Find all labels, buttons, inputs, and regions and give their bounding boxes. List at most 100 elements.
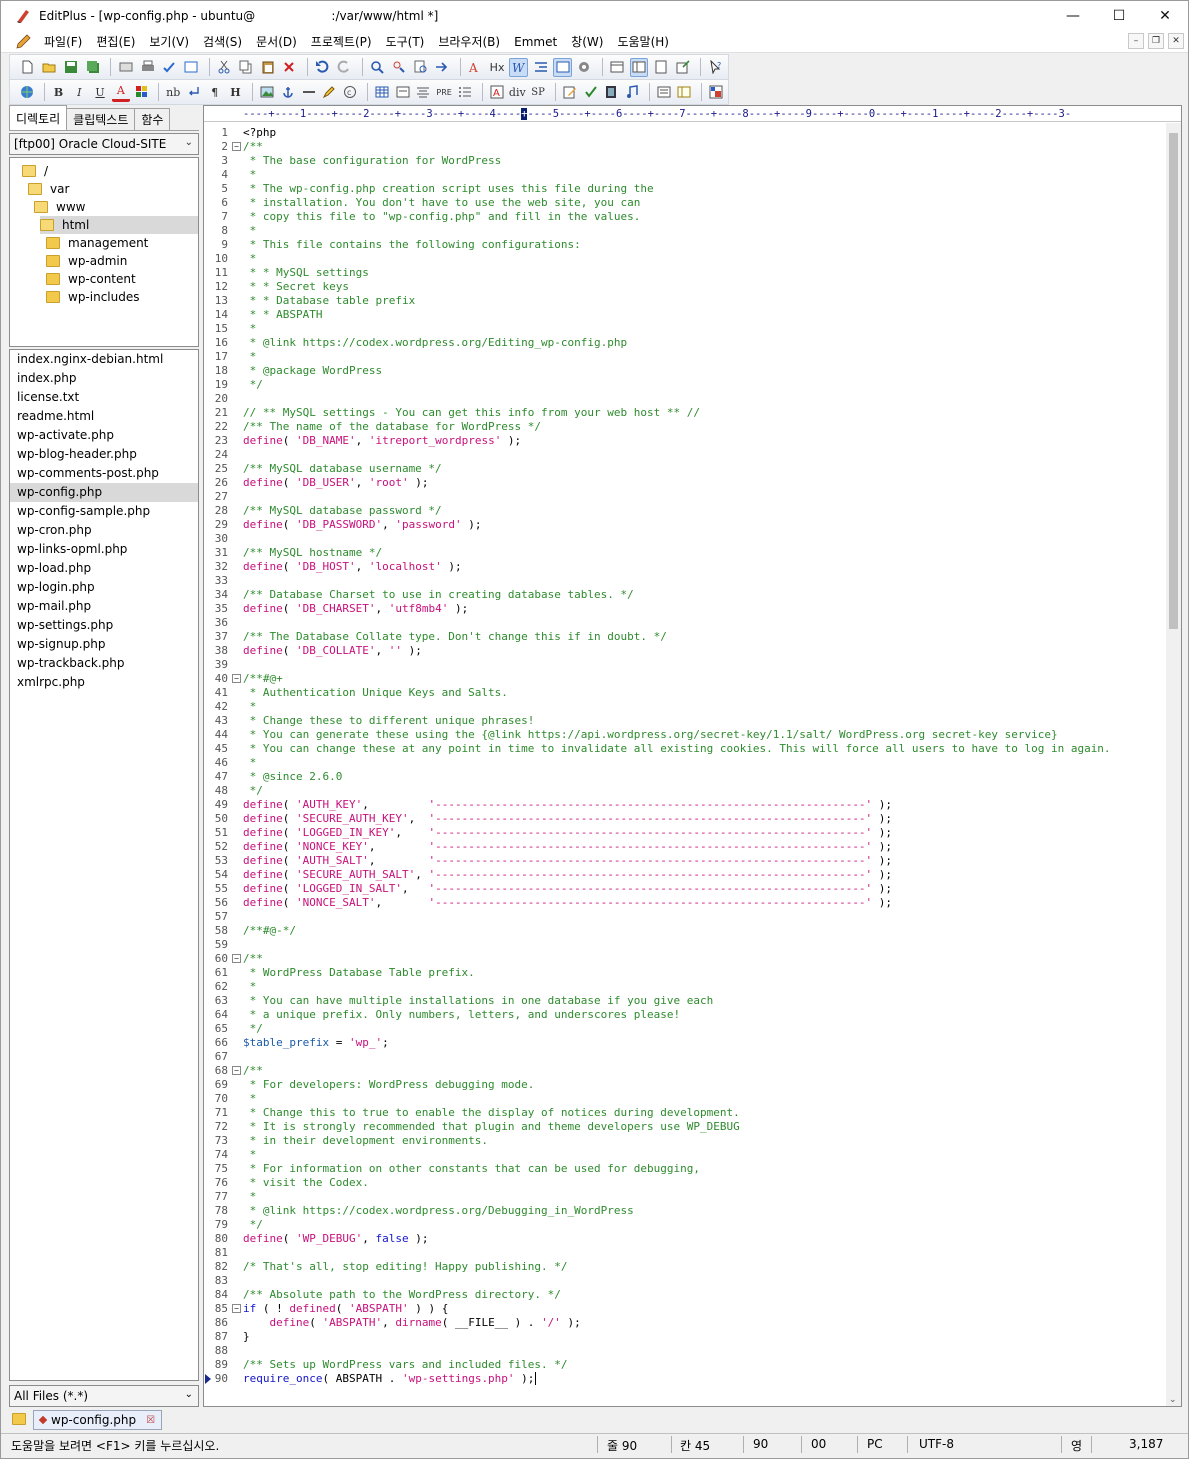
center-button[interactable] bbox=[415, 83, 433, 102]
close-button[interactable]: ✕ bbox=[1142, 1, 1188, 31]
layout-1-button[interactable] bbox=[608, 58, 627, 77]
table-button[interactable] bbox=[373, 83, 391, 102]
view-in-browser-button[interactable] bbox=[707, 83, 725, 102]
file-list-item[interactable]: xmlrpc.php bbox=[10, 673, 198, 692]
save-all-button[interactable] bbox=[83, 58, 102, 77]
doc-tab-wp-config[interactable]: wp-config.php ☒ bbox=[33, 1410, 163, 1430]
folder-icon[interactable] bbox=[12, 1413, 34, 1425]
code-editor[interactable]: ----+----1----+----2----+----3----+----4… bbox=[203, 105, 1182, 1407]
toggle-panel-button[interactable] bbox=[655, 83, 673, 102]
new-file-button[interactable] bbox=[18, 58, 37, 77]
media-button[interactable] bbox=[602, 83, 620, 102]
layout-4-button[interactable] bbox=[673, 58, 692, 77]
tab-cliptext[interactable]: 클립텍스트 bbox=[66, 108, 136, 130]
code-lines[interactable]: 1 <?php 2−/** 3 * The base configuration fo… bbox=[204, 123, 1166, 1406]
menu-help[interactable]: 도움말(H) bbox=[610, 33, 676, 50]
drive-select[interactable]: [ftp00] Oracle Cloud-SITE ⌄ bbox=[9, 133, 199, 155]
pre-button[interactable]: PRE bbox=[435, 83, 453, 102]
mdi-restore-button[interactable]: ❐ bbox=[1148, 33, 1164, 49]
close-tab-icon[interactable]: ☒ bbox=[146, 1415, 155, 1426]
paragraph-button[interactable]: ¶ bbox=[206, 83, 224, 102]
menu-document[interactable]: 문서(D) bbox=[249, 33, 304, 50]
tree-node[interactable]: wp-admin bbox=[46, 252, 127, 270]
sound-button[interactable] bbox=[623, 83, 641, 102]
tree-node[interactable]: wp-content bbox=[46, 270, 136, 288]
layout-2-button[interactable] bbox=[629, 57, 649, 77]
mdi-close-button[interactable]: ✕ bbox=[1168, 33, 1184, 49]
fold-toggle-icon[interactable]: − bbox=[232, 674, 241, 683]
fold-toggle-icon[interactable]: − bbox=[232, 1066, 241, 1075]
cut-button[interactable] bbox=[215, 58, 234, 77]
scroll-down-icon[interactable]: ⌄ bbox=[1169, 1395, 1177, 1405]
font-tag-button[interactable]: A bbox=[488, 83, 506, 102]
horizontal-rule-button[interactable] bbox=[300, 83, 318, 102]
validate-button[interactable] bbox=[582, 83, 600, 102]
indent-button[interactable] bbox=[531, 58, 550, 77]
menu-emmet[interactable]: Emmet bbox=[507, 35, 564, 49]
line-break-button[interactable] bbox=[185, 83, 203, 102]
anchor-button[interactable] bbox=[279, 83, 297, 102]
undo-button[interactable] bbox=[313, 58, 332, 77]
find-button[interactable] bbox=[368, 58, 387, 77]
settings-button[interactable] bbox=[575, 58, 594, 77]
open-file-button[interactable] bbox=[40, 58, 59, 77]
fold-toggle-icon[interactable]: − bbox=[232, 954, 241, 963]
column-select-button[interactable] bbox=[553, 57, 572, 77]
heading-button[interactable]: H bbox=[227, 83, 245, 102]
mdi-minimize-button[interactable]: – bbox=[1128, 33, 1144, 49]
spellcheck-button[interactable] bbox=[160, 58, 179, 77]
paste-button[interactable] bbox=[258, 58, 277, 77]
vertical-scrollbar[interactable]: ⌄ bbox=[1166, 123, 1181, 1406]
save-button[interactable] bbox=[62, 58, 81, 77]
maximize-button[interactable]: ☐ bbox=[1096, 1, 1142, 31]
file-list-item[interactable]: wp-load.php bbox=[10, 559, 198, 578]
help-button[interactable]: ? bbox=[706, 58, 725, 77]
minimize-button[interactable]: — bbox=[1050, 1, 1096, 31]
menu-edit[interactable]: 편집(E) bbox=[89, 33, 142, 50]
tree-node[interactable]: management bbox=[46, 234, 148, 252]
tab-functions[interactable]: 함수 bbox=[134, 108, 171, 130]
menu-view[interactable]: 보기(V) bbox=[142, 33, 196, 50]
menu-tools[interactable]: 도구(T) bbox=[379, 33, 432, 50]
layout-3-button[interactable] bbox=[651, 58, 670, 77]
file-list-item[interactable]: index.nginx-debian.html bbox=[10, 350, 198, 369]
tab-directory[interactable]: 디렉토리 bbox=[9, 105, 68, 130]
nbsp-button[interactable]: nb bbox=[164, 83, 182, 102]
image-button[interactable] bbox=[258, 83, 276, 102]
color-palette-button[interactable] bbox=[133, 83, 151, 102]
tree-node[interactable]: html bbox=[40, 216, 198, 234]
menu-window[interactable]: 창(W) bbox=[564, 33, 610, 50]
file-list-item[interactable]: wp-cron.php bbox=[10, 521, 198, 540]
preview-button[interactable] bbox=[182, 58, 201, 77]
menu-project[interactable]: 프로젝트(P) bbox=[304, 33, 379, 50]
copy-button[interactable] bbox=[236, 58, 255, 77]
file-list-item[interactable]: index.php bbox=[10, 369, 198, 388]
delete-button[interactable] bbox=[280, 58, 299, 77]
edit-tag-button[interactable] bbox=[561, 83, 579, 102]
file-list-item[interactable]: wp-activate.php bbox=[10, 426, 198, 445]
fold-toggle-icon[interactable]: − bbox=[232, 142, 241, 151]
redo-button[interactable] bbox=[335, 58, 354, 77]
browser-button[interactable] bbox=[18, 83, 36, 102]
span-button[interactable]: SP bbox=[529, 83, 547, 102]
file-list-item[interactable]: wp-config-sample.php bbox=[10, 502, 198, 521]
tree-node[interactable]: wp-includes bbox=[46, 288, 140, 306]
menu-search[interactable]: 검색(S) bbox=[196, 33, 249, 50]
bold-button[interactable]: B bbox=[50, 83, 68, 102]
goto-button[interactable] bbox=[433, 58, 452, 77]
tree-node[interactable]: / bbox=[22, 162, 48, 180]
tree-node[interactable]: var bbox=[28, 180, 69, 198]
ftp-upload-button[interactable] bbox=[116, 58, 135, 77]
print-button[interactable] bbox=[138, 58, 157, 77]
div-button[interactable]: div bbox=[508, 83, 526, 102]
file-list-item[interactable]: readme.html bbox=[10, 407, 198, 426]
word-wrap-button[interactable]: W bbox=[509, 57, 529, 77]
underline-button[interactable]: U bbox=[91, 83, 109, 102]
highlight-button[interactable] bbox=[321, 83, 339, 102]
file-list-item[interactable]: wp-settings.php bbox=[10, 616, 198, 635]
file-list-item[interactable]: wp-signup.php bbox=[10, 635, 198, 654]
file-list-item[interactable]: wp-blog-header.php bbox=[10, 445, 198, 464]
file-list-item[interactable]: wp-config.php bbox=[10, 483, 198, 502]
list-button[interactable] bbox=[456, 83, 474, 102]
replace-button[interactable] bbox=[389, 58, 408, 77]
